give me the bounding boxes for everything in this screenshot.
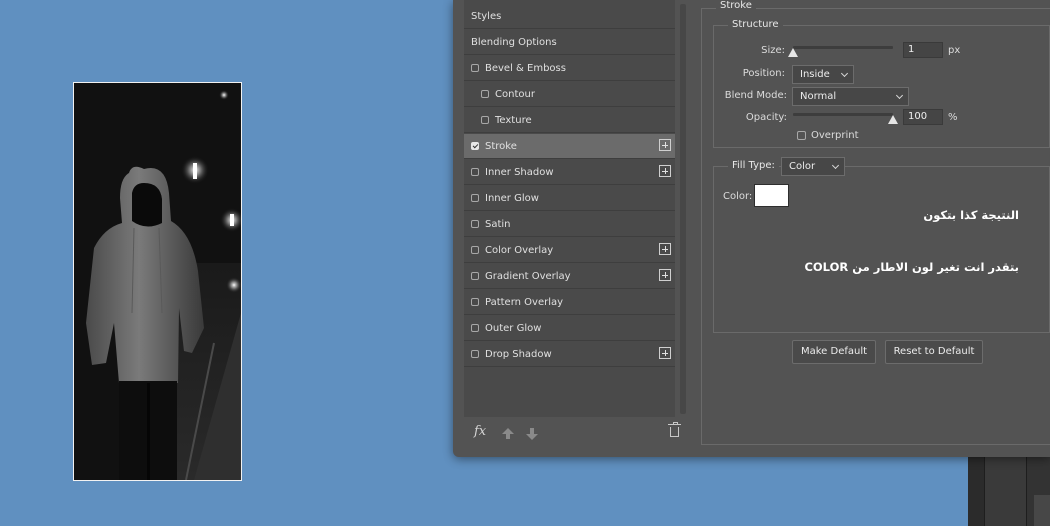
style-item-checkbox[interactable] <box>471 168 479 176</box>
style-item-gradient-overlay[interactable]: Gradient Overlay <box>464 264 675 289</box>
blend-mode-value: Normal <box>800 91 837 102</box>
add-effect-icon[interactable] <box>659 269 671 281</box>
style-item-label: Inner Shadow <box>485 166 554 178</box>
overprint-checkbox[interactable] <box>797 131 806 140</box>
opacity-unit: % <box>948 112 958 123</box>
chevron-down-icon <box>895 91 904 100</box>
style-item-color-overlay[interactable]: Color Overlay <box>464 238 675 263</box>
layer-style-dialog: Styles Blending Options Bevel & Emboss Cont… <box>453 0 1050 457</box>
style-item-pattern-overlay[interactable]: Pattern Overlay <box>464 290 675 315</box>
style-item-checkbox[interactable] <box>471 324 479 332</box>
style-item-checkbox[interactable] <box>471 246 479 254</box>
style-item-checkbox[interactable] <box>481 116 489 124</box>
color-label: Color: <box>723 191 753 202</box>
style-item-stroke[interactable]: Stroke <box>464 134 675 159</box>
style-item-checkbox[interactable] <box>471 64 479 72</box>
style-item-label: Gradient Overlay <box>485 270 571 282</box>
style-item-styles[interactable]: Styles <box>464 4 675 29</box>
blend-mode-label: Blend Mode: <box>724 90 787 101</box>
style-item-checkbox[interactable] <box>471 350 479 358</box>
move-up-icon[interactable] <box>502 428 514 439</box>
styles-list: Styles Blending Options Bevel & Emboss Cont… <box>464 0 675 417</box>
style-item-texture[interactable]: Texture <box>464 108 675 133</box>
opacity-label: Opacity: <box>745 112 787 123</box>
fill-type-dropdown[interactable]: Color <box>781 157 845 176</box>
opacity-input[interactable]: 100 <box>903 109 943 125</box>
style-item-label: Stroke <box>485 140 517 152</box>
style-item-label: Contour <box>495 88 535 100</box>
fill-type-label: Fill Type: <box>728 160 779 171</box>
add-effect-icon[interactable] <box>659 347 671 359</box>
structure-group-title: Structure <box>728 19 783 30</box>
style-item-checkbox[interactable] <box>471 220 479 228</box>
move-down-icon[interactable] <box>526 428 538 440</box>
style-item-satin[interactable]: Satin <box>464 212 675 237</box>
size-slider-track[interactable] <box>793 46 893 49</box>
stroke-color-swatch[interactable] <box>754 184 789 207</box>
add-effect-icon[interactable] <box>659 243 671 255</box>
opacity-slider-thumb[interactable] <box>888 115 898 124</box>
style-item-label: Bevel & Emboss <box>485 62 566 74</box>
style-item-label: Blending Options <box>471 36 557 48</box>
position-dropdown[interactable]: Inside <box>792 65 854 84</box>
styles-list-scroll-thumb[interactable] <box>680 4 686 414</box>
style-item-checkbox[interactable] <box>471 142 479 150</box>
make-default-button[interactable]: Make Default <box>792 340 876 364</box>
overprint-label: Overprint <box>811 130 859 141</box>
trash-icon[interactable] <box>668 422 681 437</box>
fx-icon[interactable]: fx <box>474 424 486 439</box>
position-label: Position: <box>742 68 785 79</box>
hooded-figure-image <box>74 83 241 480</box>
style-item-outer-glow[interactable]: Outer Glow <box>464 316 675 341</box>
stroke-section-title: Stroke <box>716 0 756 11</box>
style-item-inner-glow[interactable]: Inner Glow <box>464 186 675 211</box>
style-item-checkbox[interactable] <box>471 272 479 280</box>
style-item-inner-shadow[interactable]: Inner Shadow <box>464 160 675 185</box>
app-panel-segment <box>1034 495 1050 526</box>
styles-list-toolbar: fx <box>464 420 685 448</box>
fill-type-value: Color <box>789 161 816 172</box>
style-item-label: Drop Shadow <box>485 348 552 360</box>
style-item-bevel-emboss[interactable]: Bevel & Emboss <box>464 56 675 81</box>
style-item-label: Satin <box>485 218 511 230</box>
style-item-checkbox[interactable] <box>471 194 479 202</box>
stroke-settings-panel: Stroke Structure Size: 1 px Position: In… <box>701 0 1050 457</box>
chevron-down-icon <box>840 69 849 78</box>
style-item-label: Outer Glow <box>485 322 542 334</box>
style-item-label: Pattern Overlay <box>485 296 564 308</box>
position-value: Inside <box>800 69 830 80</box>
reset-to-default-button[interactable]: Reset to Default <box>885 340 983 364</box>
size-slider-thumb[interactable] <box>788 48 798 57</box>
style-item-blending-options[interactable]: Blending Options <box>464 30 675 55</box>
chevron-down-icon <box>831 161 840 170</box>
style-item-label: Texture <box>495 114 532 126</box>
style-item-drop-shadow[interactable]: Drop Shadow <box>464 342 675 367</box>
style-item-label: Inner Glow <box>485 192 539 204</box>
style-item-checkbox[interactable] <box>471 298 479 306</box>
annotation-result-text: النتيجة كذا بتكون <box>923 208 1019 222</box>
add-effect-icon[interactable] <box>659 165 671 177</box>
style-item-label: Styles <box>471 10 502 22</box>
add-effect-icon[interactable] <box>659 139 671 151</box>
canvas-photo <box>73 82 242 481</box>
app-panel-fragment <box>968 455 1050 526</box>
size-input[interactable]: 1 <box>903 42 943 58</box>
size-label: Size: <box>761 45 785 56</box>
blend-mode-dropdown[interactable]: Normal <box>792 87 909 106</box>
annotation-color-hint-text: بتقدر انت تغير لون الاطار من COLOR <box>804 260 1019 274</box>
style-item-checkbox[interactable] <box>481 90 489 98</box>
style-item-contour[interactable]: Contour <box>464 82 675 107</box>
size-unit: px <box>948 45 961 56</box>
style-item-label: Color Overlay <box>485 244 554 256</box>
opacity-slider-track[interactable] <box>793 113 893 116</box>
